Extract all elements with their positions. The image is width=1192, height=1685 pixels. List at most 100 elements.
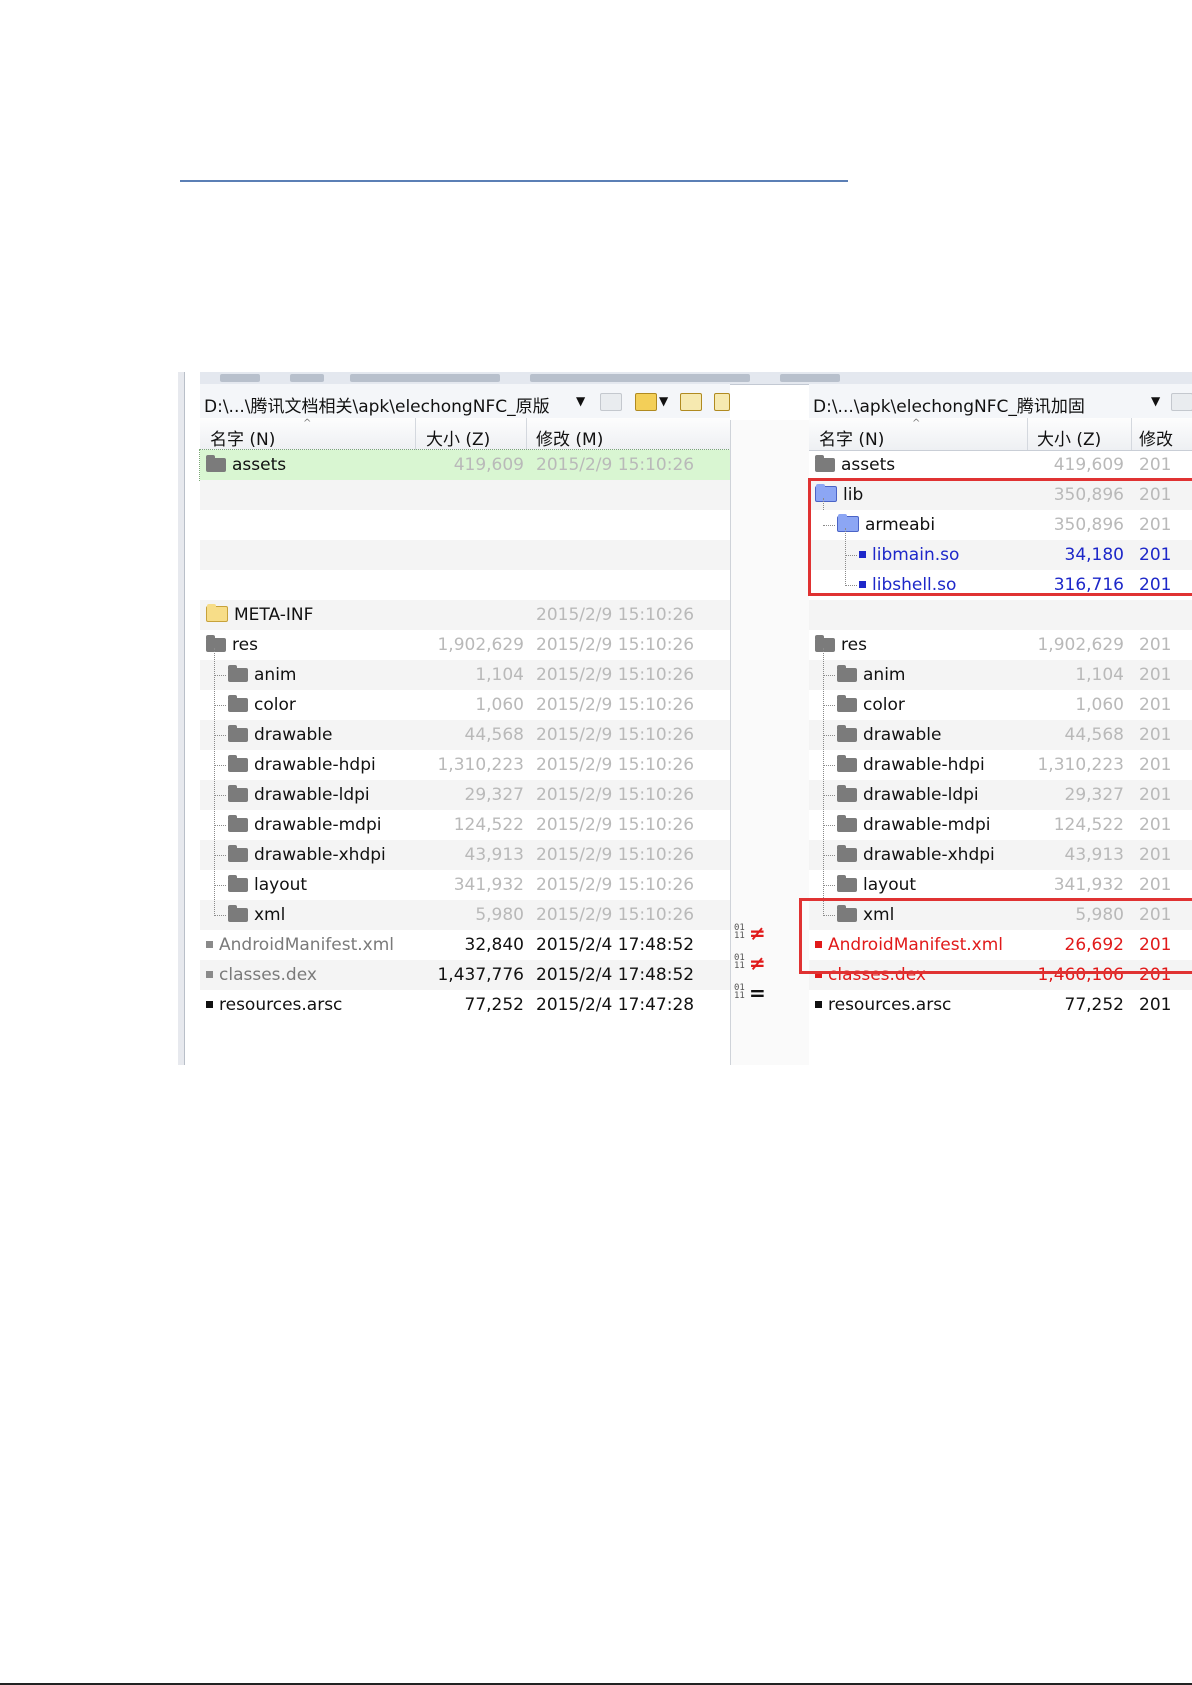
file-row[interactable]: drawable-mdpi 124,522 2015/2/9 15:10:26 — [200, 810, 730, 840]
file-row[interactable]: drawable-ldpi 29,327 2015/2/9 15:10:26 — [200, 780, 730, 810]
file-row[interactable]: drawable-mdpi 124,522 201 — [809, 810, 1192, 840]
file-modified: 2015/2/4 17:47:28 — [536, 995, 695, 1015]
file-name-text: resources.arsc — [219, 995, 343, 1015]
file-row[interactable]: META-INF 2015/2/9 15:10:26 — [200, 600, 730, 630]
refresh-arrow-icon[interactable] — [1171, 393, 1192, 411]
file-row[interactable]: assets 419,609 2015/2/9 15:10:26 — [199, 449, 731, 481]
file-row[interactable]: assets 419,609 201 — [809, 450, 1192, 480]
file-name-text: layout — [863, 875, 917, 895]
file-row[interactable]: xml 5,980 2015/2/9 15:10:26 — [200, 900, 730, 930]
file-row[interactable] — [200, 540, 730, 570]
file-size: 1,060 — [1075, 695, 1124, 715]
file-name-text: res — [841, 635, 867, 655]
right-path-field[interactable]: D:\...\apk\elechongNFC_腾讯加固 — [813, 392, 1085, 417]
file-modified: 201 — [1139, 875, 1172, 895]
compare-marker[interactable]: 01 11 = — [731, 978, 810, 1008]
refresh-arrow-icon[interactable] — [600, 393, 622, 411]
folder-root-icon[interactable] — [714, 393, 730, 411]
file-row[interactable]: anim 1,104 2015/2/9 15:10:26 — [200, 660, 730, 690]
tree-connector — [823, 765, 835, 766]
file-name-text: layout — [254, 875, 308, 895]
column-name[interactable]: 名字 (N) — [210, 425, 275, 450]
file-row[interactable]: drawable-xhdpi 43,913 201 — [809, 840, 1192, 870]
toolbar-button[interactable] — [350, 374, 500, 382]
file-size: 77,252 — [464, 995, 524, 1015]
file-row[interactable]: drawable-hdpi 1,310,223 201 — [809, 750, 1192, 780]
file-name: assets — [206, 455, 286, 475]
file-row[interactable]: drawable 44,568 2015/2/9 15:10:26 — [200, 720, 730, 750]
file-row[interactable] — [200, 510, 730, 540]
file-row[interactable]: classes.dex 1,437,776 2015/2/4 17:48:52 — [200, 960, 730, 990]
column-name[interactable]: 名字 (N) — [819, 425, 884, 450]
file-icon — [206, 1001, 213, 1008]
file-row[interactable]: drawable-hdpi 1,310,223 2015/2/9 15:10:26 — [200, 750, 730, 780]
open-folder-icon — [815, 635, 835, 652]
folder-icon — [228, 845, 248, 862]
file-row[interactable]: drawable-xhdpi 43,913 2015/2/9 15:10:26 — [200, 840, 730, 870]
file-name: xml — [228, 905, 285, 925]
column-modified[interactable]: 修改 — [1139, 425, 1173, 450]
folder-icon — [206, 455, 226, 472]
file-name-text: drawable — [863, 725, 942, 745]
file-name-text: drawable — [254, 725, 333, 745]
file-row[interactable]: resources.arsc 77,252 2015/2/4 17:47:28 — [200, 990, 730, 1020]
column-separator[interactable] — [415, 418, 416, 450]
file-size: 419,609 — [1053, 455, 1124, 475]
file-name: AndroidManifest.xml — [206, 935, 394, 955]
file-row[interactable]: layout 341,932 201 — [809, 870, 1192, 900]
column-modified[interactable]: 修改 (M) — [536, 425, 603, 450]
file-row[interactable]: anim 1,104 201 — [809, 660, 1192, 690]
file-modified: 2015/2/9 15:10:26 — [536, 455, 695, 475]
toolbar-button[interactable] — [290, 374, 324, 382]
file-name: drawable-mdpi — [837, 815, 991, 835]
folder-up-icon[interactable] — [680, 393, 702, 411]
toolbar-button[interactable] — [220, 374, 260, 382]
binary-compare-icon: 01 11 — [734, 953, 745, 971]
file-name: anim — [228, 665, 296, 685]
file-row[interactable]: resources.arsc 77,252 201 — [809, 990, 1192, 1020]
file-row[interactable]: drawable-ldpi 29,327 201 — [809, 780, 1192, 810]
dropdown-arrow-icon[interactable]: ▼ — [659, 394, 668, 408]
column-separator[interactable] — [526, 418, 527, 450]
file-row[interactable]: AndroidManifest.xml 32,840 2015/2/4 17:48:… — [200, 930, 730, 960]
folder-icon — [228, 665, 248, 682]
file-row[interactable] — [809, 600, 1192, 630]
file-name: resources.arsc — [815, 995, 951, 1015]
column-size[interactable]: 大小 (Z) — [426, 425, 490, 450]
file-name: anim — [837, 665, 905, 685]
file-modified: 201 — [1139, 725, 1172, 745]
file-row[interactable]: layout 341,932 2015/2/9 15:10:26 — [200, 870, 730, 900]
column-size[interactable]: 大小 (Z) — [1037, 425, 1101, 450]
tree-connector — [823, 735, 835, 736]
file-row[interactable] — [200, 570, 730, 600]
dropdown-arrow-icon[interactable]: ▼ — [1151, 394, 1160, 408]
column-separator[interactable] — [1027, 418, 1028, 450]
left-path-field[interactable]: D:\...\腾讯文档相关\apk\elechongNFC_原版 — [204, 392, 550, 417]
file-row[interactable]: color 1,060 2015/2/9 15:10:26 — [200, 690, 730, 720]
column-separator[interactable] — [1131, 418, 1132, 450]
folder-icon — [206, 604, 228, 622]
toolbar-button[interactable] — [530, 374, 750, 382]
highlight-box-changed-files — [799, 898, 1192, 974]
file-row[interactable]: drawable 44,568 201 — [809, 720, 1192, 750]
file-name-text: drawable-mdpi — [254, 815, 382, 835]
file-row[interactable] — [200, 480, 730, 510]
folder-browse-icon[interactable] — [635, 393, 657, 411]
file-size: 5,980 — [475, 905, 524, 925]
file-size: 1,310,223 — [437, 755, 524, 775]
tree-connector — [214, 765, 226, 766]
file-name-text: drawable-xhdpi — [863, 845, 995, 865]
file-size: 1,902,629 — [1037, 635, 1124, 655]
file-name-text: classes.dex — [219, 965, 317, 985]
file-row[interactable]: res 1,902,629 2015/2/9 15:10:26 — [200, 630, 730, 660]
folder-icon — [837, 845, 857, 862]
file-name: layout — [837, 875, 916, 895]
dropdown-arrow-icon[interactable]: ▼ — [576, 394, 585, 408]
file-row[interactable]: color 1,060 201 — [809, 690, 1192, 720]
tree-connector — [823, 795, 835, 796]
toolbar-button[interactable] — [780, 374, 840, 382]
file-row[interactable]: res 1,902,629 201 — [809, 630, 1192, 660]
sort-caret-icon: ^ — [912, 418, 921, 429]
tree-connector — [214, 705, 226, 706]
left-pane: D:\...\腾讯文档相关\apk\elechongNFC_原版 ▼ ▼ 名字 … — [199, 384, 731, 1065]
